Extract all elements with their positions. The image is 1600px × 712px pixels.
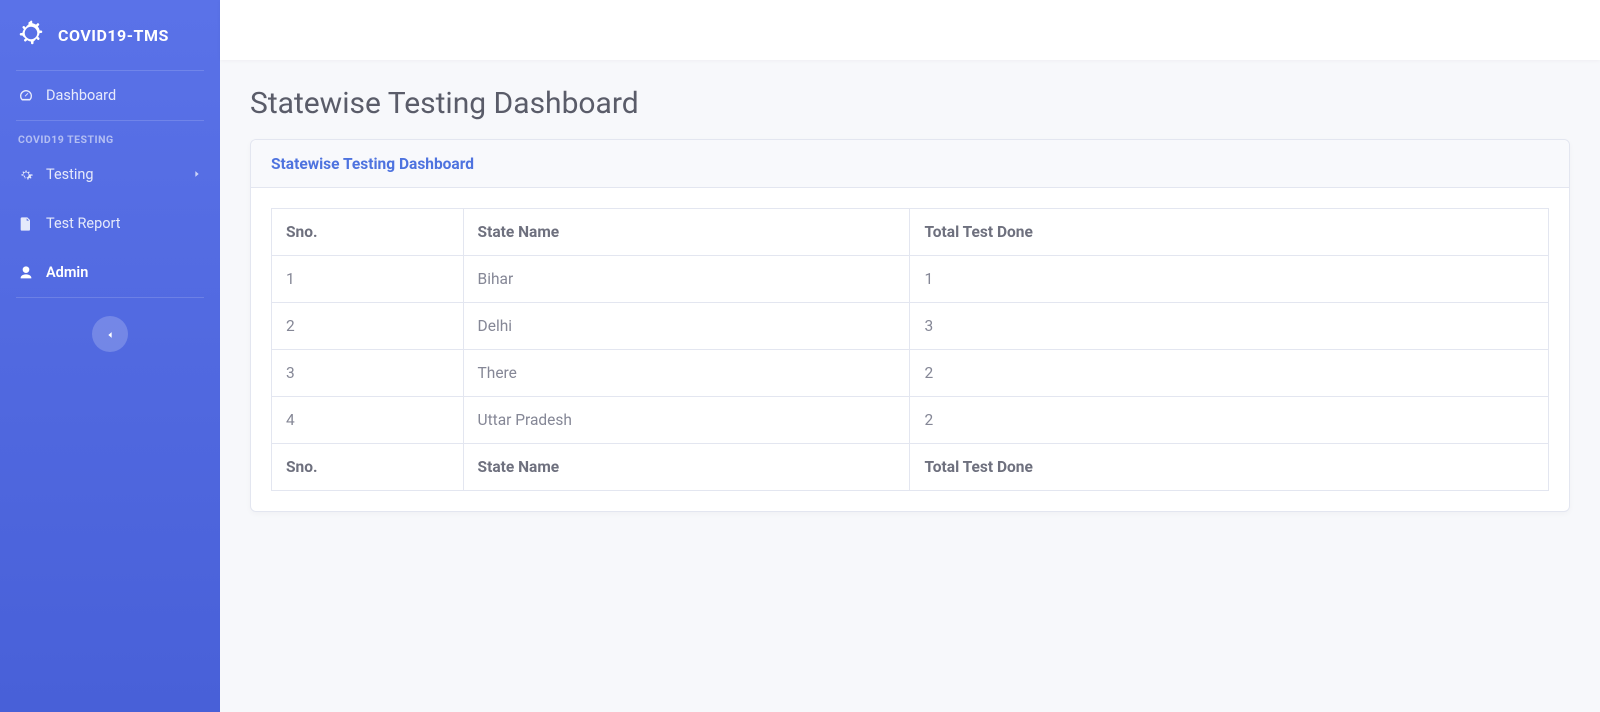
chevron-left-icon	[105, 325, 115, 344]
col-sno-footer: Sno.	[272, 444, 464, 491]
cell-sno: 2	[272, 303, 464, 350]
cell-total: 2	[910, 350, 1549, 397]
sidebar-item-testing[interactable]: Testing	[0, 150, 220, 199]
sidebar-item-label: Dashboard	[46, 87, 116, 104]
cell-state: Bihar	[463, 256, 910, 303]
cell-total: 3	[910, 303, 1549, 350]
cell-sno: 3	[272, 350, 464, 397]
cell-state: Delhi	[463, 303, 910, 350]
table-footer-row: Sno. State Name Total Test Done	[272, 444, 1549, 491]
card-header: Statewise Testing Dashboard	[251, 140, 1569, 188]
col-state-footer: State Name	[463, 444, 910, 491]
virus-icon	[16, 18, 46, 52]
card-title: Statewise Testing Dashboard	[271, 155, 474, 173]
user-icon	[18, 265, 34, 281]
cell-sno: 4	[272, 397, 464, 444]
file-icon	[18, 216, 34, 232]
cell-total: 2	[910, 397, 1549, 444]
cell-state: Uttar Pradesh	[463, 397, 910, 444]
content: Statewise Testing Dashboard Statewise Te…	[220, 60, 1600, 712]
table-row: 3 There 2	[272, 350, 1549, 397]
card: Statewise Testing Dashboard Sno. State N…	[250, 139, 1570, 512]
sidebar-item-dashboard[interactable]: Dashboard	[0, 71, 220, 120]
sidebar-item-test-report[interactable]: Test Report	[0, 199, 220, 248]
col-sno-header: Sno.	[272, 209, 464, 256]
table-row: 1 Bihar 1	[272, 256, 1549, 303]
sidebar-item-label: Admin	[46, 264, 88, 281]
cell-total: 1	[910, 256, 1549, 303]
sidebar-item-label: Testing	[46, 166, 94, 183]
cell-state: There	[463, 350, 910, 397]
sidebar-collapse-button[interactable]	[92, 316, 128, 352]
sidebar-heading: COVID19 TESTING	[0, 121, 220, 150]
col-total-footer: Total Test Done	[910, 444, 1549, 491]
brand[interactable]: COVID19-TMS	[0, 0, 220, 70]
tachometer-icon	[18, 88, 34, 104]
topbar	[220, 0, 1600, 60]
table-header-row: Sno. State Name Total Test Done	[272, 209, 1549, 256]
gear-icon	[18, 167, 34, 183]
brand-text: COVID19-TMS	[58, 26, 169, 45]
main: Statewise Testing Dashboard Statewise Te…	[220, 0, 1600, 712]
sidebar-item-label: Test Report	[46, 215, 121, 232]
table-row: 4 Uttar Pradesh 2	[272, 397, 1549, 444]
statewise-table: Sno. State Name Total Test Done 1 Bihar …	[271, 208, 1549, 491]
cell-sno: 1	[272, 256, 464, 303]
sidebar-item-admin[interactable]: Admin	[0, 248, 220, 297]
col-state-header: State Name	[463, 209, 910, 256]
sidebar: COVID19-TMS Dashboard COVID19 TESTING Te…	[0, 0, 220, 712]
page-title: Statewise Testing Dashboard	[250, 86, 1570, 121]
sidebar-toggle-wrap	[0, 298, 220, 370]
card-body: Sno. State Name Total Test Done 1 Bihar …	[251, 188, 1569, 511]
chevron-right-icon	[192, 166, 202, 183]
col-total-header: Total Test Done	[910, 209, 1549, 256]
table-row: 2 Delhi 3	[272, 303, 1549, 350]
